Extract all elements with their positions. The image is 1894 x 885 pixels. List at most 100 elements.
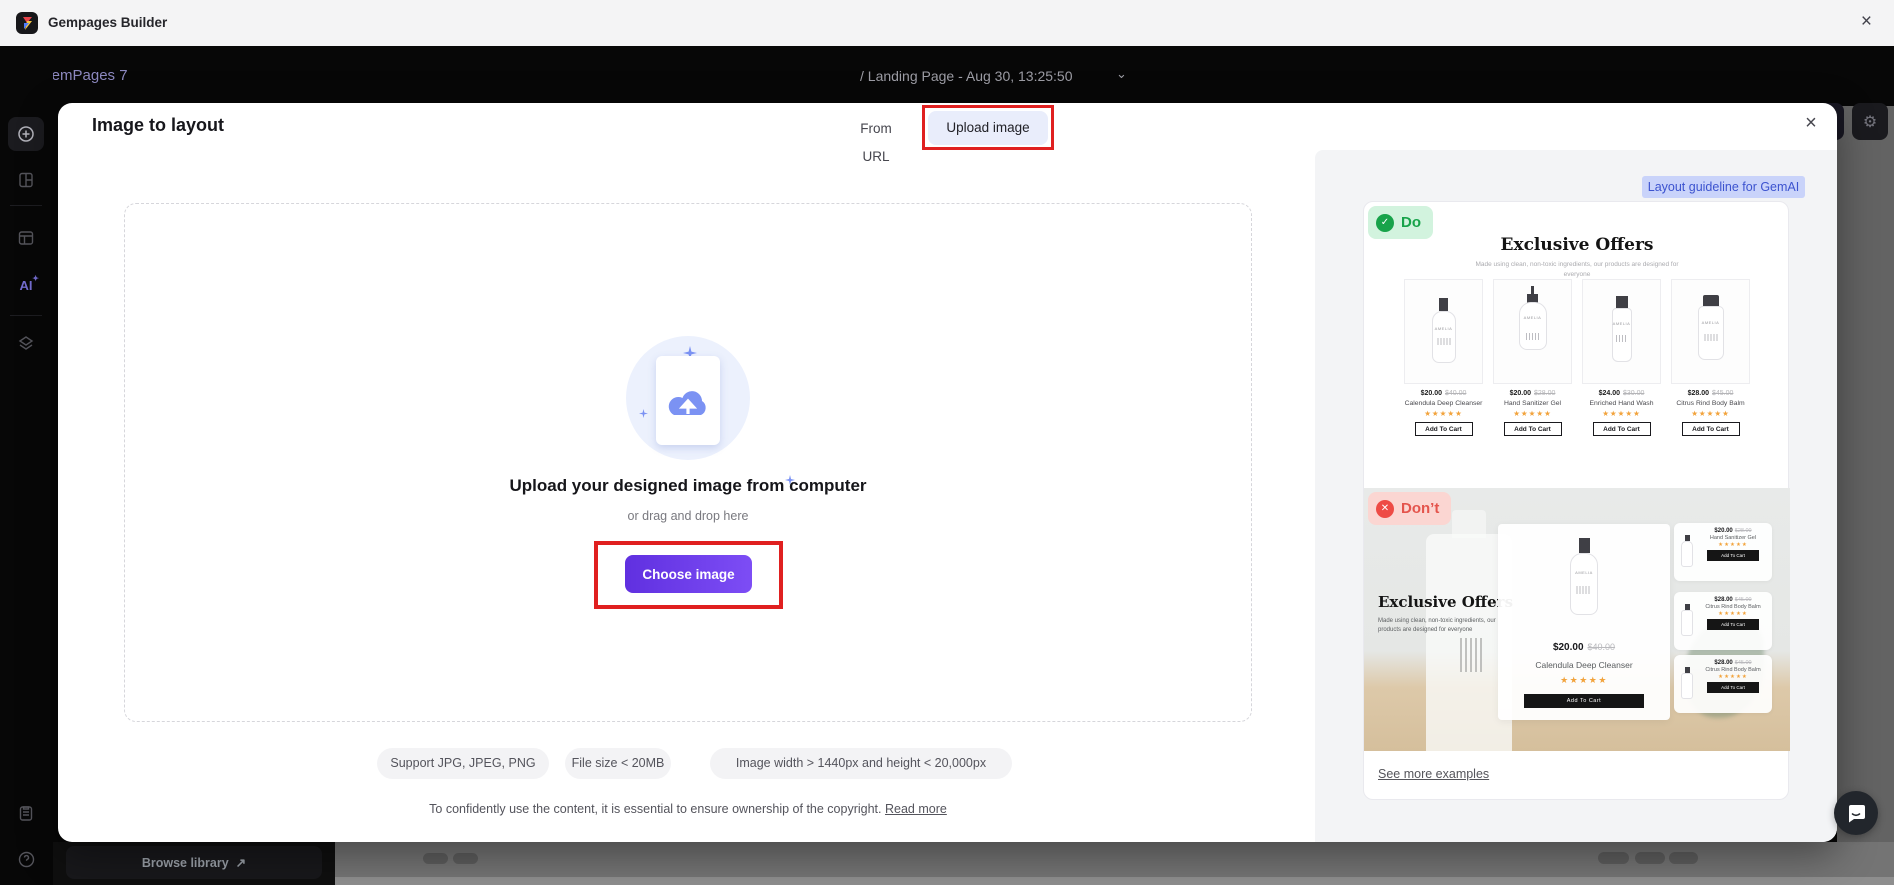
sidebar-clipboard-button[interactable] (8, 796, 44, 830)
product-name: Calendula Deep Cleanser (1498, 660, 1670, 670)
side-product-card: $20.00$28.00 Hand Sanitizer Gel ★★★★★ Ad… (1674, 523, 1772, 581)
skeleton-bar (453, 853, 478, 864)
price: $20.00 (1510, 390, 1531, 397)
ai-label: AI (20, 278, 33, 293)
product-name: Citrus Rind Body Balm (1698, 604, 1768, 610)
tab-from-url[interactable]: From URL (846, 115, 906, 143)
guideline-examples-card: ✓ Do Exclusive Offers Made using clean, … (1363, 201, 1789, 800)
modal-close-icon[interactable]: × (1796, 109, 1826, 139)
requirement-pill-dimensions: Image width > 1440px and height < 20,000… (710, 748, 1012, 779)
layout-icon (17, 229, 35, 247)
product-card: AMELIA $24.00$30.00 Enriched Hand Wash ★… (1582, 279, 1661, 436)
copyright-text: To confidently use the content, it is es… (429, 802, 881, 816)
cloud-upload-icon (664, 382, 712, 424)
add-to-cart-button: Add To Cart (1682, 422, 1740, 436)
product-name: Citrus Rind Body Balm (1671, 400, 1750, 407)
sidebar-add-element-button[interactable] (8, 117, 44, 151)
sidebar-ai-button[interactable]: AI ✦ (8, 268, 44, 302)
old-price: $40.00 (1445, 390, 1466, 397)
side-product-card: $28.00$45.00 Citrus Rind Body Balm ★★★★★… (1674, 655, 1772, 713)
requirement-pill-formats: Support JPG, JPEG, PNG (377, 748, 549, 779)
product-image: AMELIA (1582, 279, 1661, 384)
do-label: Do (1401, 214, 1421, 231)
old-price: $28.00 (1534, 390, 1555, 397)
add-to-cart-button: Add To Cart (1707, 682, 1759, 693)
ai-sparkle-icon: ✦ (32, 274, 39, 283)
price: $20.00 (1714, 528, 1732, 534)
sidebar-layers-button[interactable] (8, 326, 44, 360)
sparkle-icon (639, 409, 648, 418)
app-window: Gempages Builder × GemPages 7 ↶ ↷ (0, 0, 1894, 885)
price: $20.00 (1421, 390, 1442, 397)
product-image: AMELIA (1493, 279, 1572, 384)
browse-library-label: Browse library (142, 856, 229, 870)
clipboard-icon (17, 804, 35, 822)
copyright-note: To confidently use the content, it is es… (288, 802, 1088, 816)
upload-dropzone[interactable] (124, 203, 1252, 722)
logo-glyph (21, 17, 34, 30)
product-card: AMELIA $28.00$45.00 Citrus Rind Body Bal… (1671, 279, 1750, 436)
upload-heading: Upload your designed image from computer (388, 476, 988, 496)
product-card: AMELIA $20.00$40.00 Calendula Deep Clean… (1404, 279, 1483, 436)
chevron-down-icon[interactable]: ⌄ (1116, 46, 1127, 106)
skeleton-bar (423, 853, 448, 864)
sidebar-divider (10, 315, 42, 316)
product-image: AMELIA (1404, 279, 1483, 384)
product-name: Enriched Hand Wash (1582, 400, 1661, 407)
star-rating: ★★★★★ (1493, 409, 1572, 418)
breadcrumb[interactable]: / Landing Page - Aug 30, 13:25:50 (860, 46, 1073, 106)
sidebar-templates-button[interactable] (8, 163, 44, 197)
old-price: $40.00 (1588, 642, 1616, 652)
star-rating: ★★★★★ (1582, 409, 1661, 418)
price: $28.00 (1688, 390, 1709, 397)
product-name: Calendula Deep Cleanser (1404, 400, 1483, 407)
add-to-cart-button: Add To Cart (1707, 550, 1759, 561)
bottle-barcode (1460, 638, 1482, 672)
brand-gempages7[interactable]: GemPages 7 (40, 46, 128, 106)
sidebar-help-button[interactable] (8, 842, 44, 876)
plus-circle-icon (17, 125, 35, 143)
product-name: Hand Sanitizer Gel (1493, 400, 1572, 407)
product-name: Hand Sanitizer Gel (1698, 535, 1768, 541)
chat-bubble-icon (1845, 802, 1867, 824)
tab-upload-image[interactable]: Upload image (928, 111, 1048, 145)
dont-badge: ✕ Don’t (1368, 492, 1451, 525)
dont-label: Don’t (1401, 500, 1439, 517)
star-rating: ★★★★★ (1498, 675, 1670, 686)
settings-gear-button[interactable]: ⚙ (1852, 103, 1888, 140)
price: $20.00 (1553, 642, 1584, 653)
template-doc-icon (17, 171, 35, 189)
dont-example-subtitle: Made using clean, non-toxic ingredients,… (1378, 617, 1518, 635)
library-panel-footer: Browse library ↗ (53, 842, 335, 885)
check-circle-icon: ✓ (1376, 214, 1394, 232)
dimmed-canvas-strip (335, 877, 1894, 885)
question-circle-icon (17, 850, 36, 869)
support-chat-button[interactable] (1834, 791, 1878, 835)
see-more-examples-link[interactable]: See more examples (1378, 767, 1489, 781)
choose-image-button[interactable]: Choose image (625, 555, 752, 593)
featured-product-card: AMELIA $20.00$40.00 Calendula Deep Clean… (1498, 524, 1670, 720)
old-price: $28.00 (1735, 528, 1752, 534)
star-rating: ★★★★★ (1698, 674, 1768, 680)
product-card: AMELIA $20.00$28.00 Hand Sanitizer Gel ★… (1493, 279, 1572, 436)
arrow-up-right-icon: ↗ (236, 855, 246, 870)
star-rating: ★★★★★ (1698, 611, 1768, 617)
add-to-cart-button: Add To Cart (1593, 422, 1651, 436)
add-to-cart-button: Add To Cart (1707, 619, 1759, 630)
window-close-icon[interactable]: × (1861, 0, 1872, 46)
browse-library-button[interactable]: Browse library ↗ (66, 846, 322, 879)
add-to-cart-button: Add To Cart (1504, 422, 1562, 436)
app-title: Gempages Builder (48, 0, 167, 46)
guideline-panel: Layout guideline for GemAI ✓ Do Exclusiv… (1315, 150, 1837, 842)
old-price: $45.00 (1735, 597, 1752, 603)
product-name: Citrus Rind Body Balm (1698, 667, 1768, 673)
sidebar-divider (10, 205, 42, 206)
star-rating: ★★★★★ (1671, 409, 1750, 418)
add-to-cart-button: Add To Cart (1524, 694, 1644, 708)
sidebar-sections-button[interactable] (8, 221, 44, 255)
image-to-layout-modal: Image to layout From URL Upload image × … (58, 103, 1837, 842)
product-image: AMELIA (1671, 279, 1750, 384)
star-rating: ★★★★★ (1698, 542, 1768, 548)
do-example-title: Exclusive Offers (1364, 235, 1790, 255)
read-more-link[interactable]: Read more (885, 802, 947, 816)
